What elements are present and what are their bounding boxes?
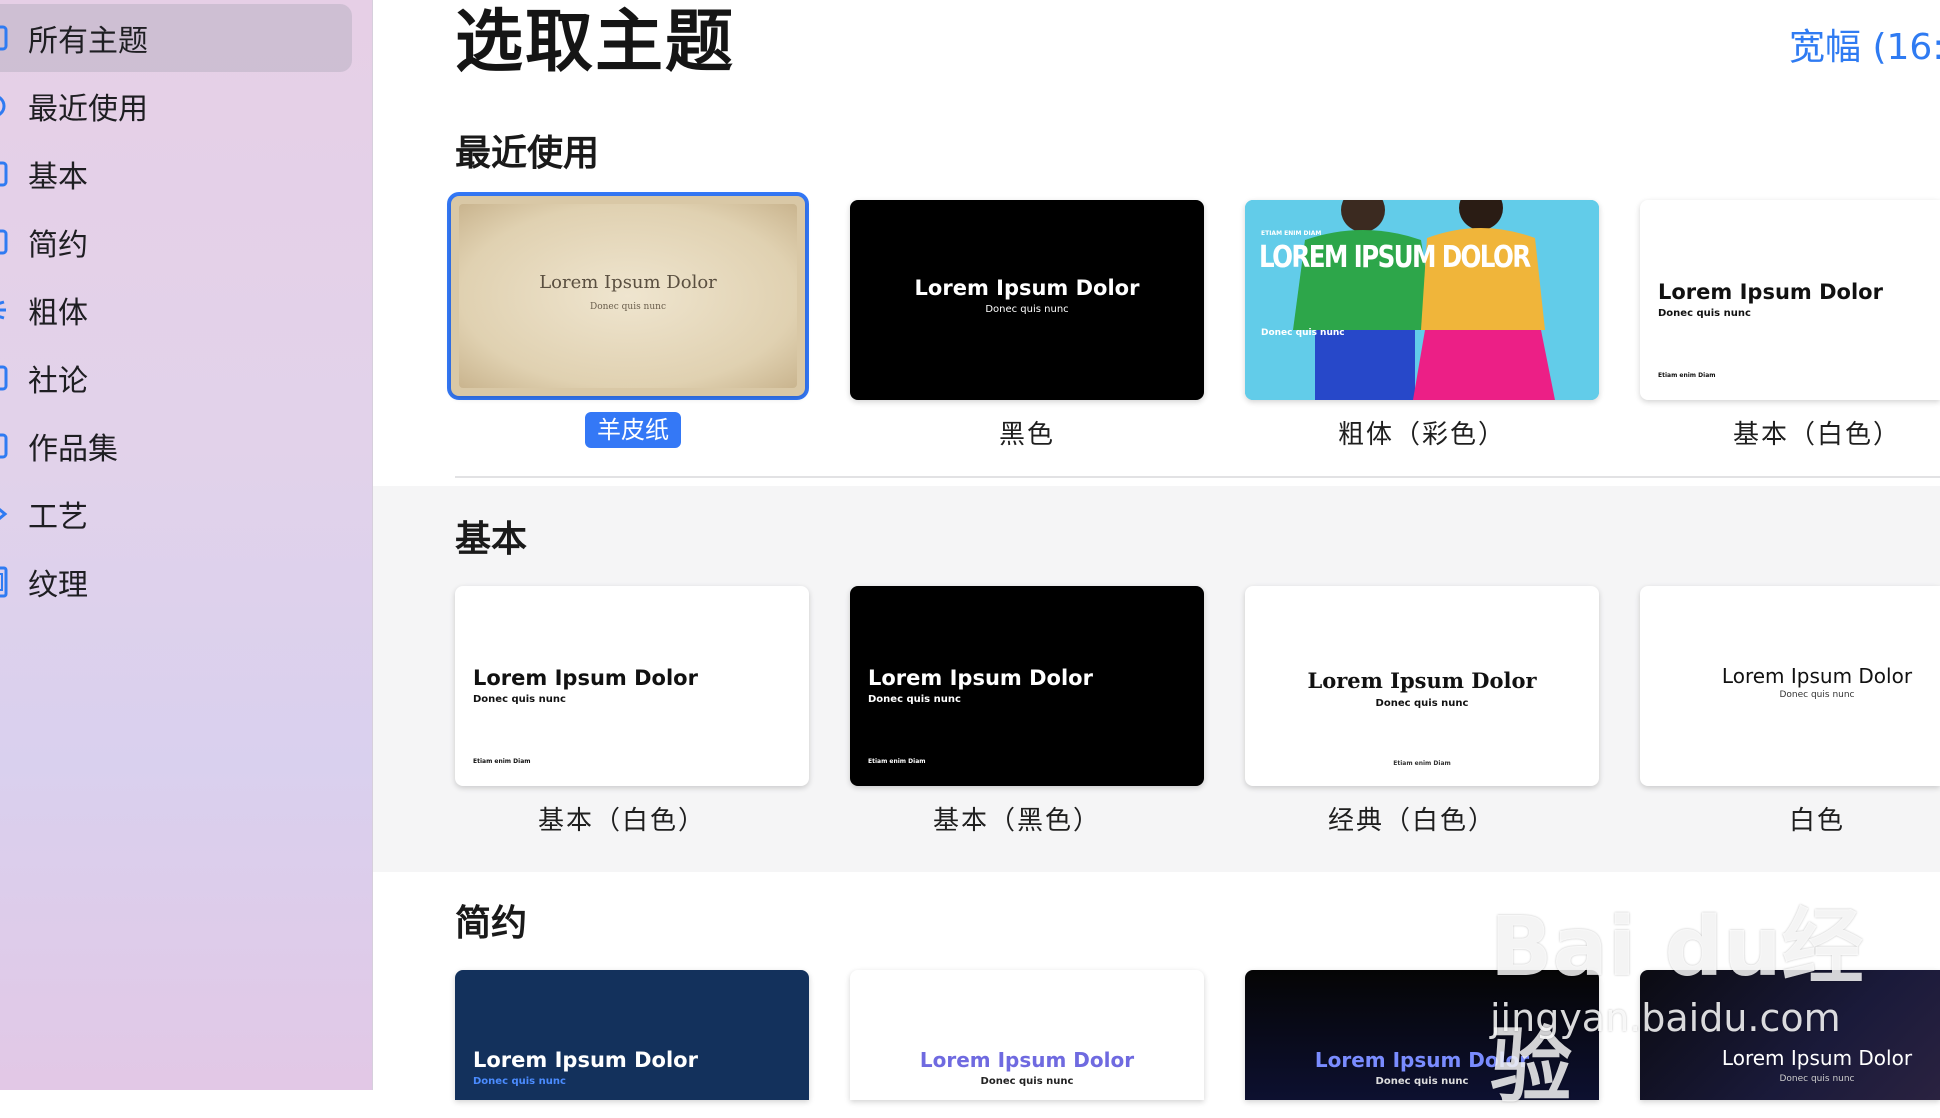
thumb-title: Lorem Ipsum Dolor: [539, 272, 717, 293]
frame-icon: [0, 566, 10, 598]
section-title-basic: 基本: [455, 519, 528, 560]
theme-thumbnail-minimal-navy[interactable]: Lorem Ipsum Dolor Donec quis nunc: [455, 970, 809, 1100]
theme-thumbnail-parchment[interactable]: Lorem Ipsum Dolor Donec quis nunc: [451, 196, 805, 396]
thumb-title: Lorem Ipsum Dolor: [919, 1048, 1135, 1072]
sidebar-item-label: 简约: [28, 228, 88, 263]
thumb-subtitle: Donec quis nunc: [980, 1076, 1074, 1087]
clock-icon: [0, 91, 10, 121]
sidebar-item-minimal[interactable]: 简约: [0, 208, 352, 276]
sidebar-item-label: 社论: [28, 364, 88, 399]
thumb-title: Lorem Ipsum Dolor: [1721, 664, 1913, 688]
section-divider: [455, 476, 1940, 478]
sidebar-item-label: 工艺: [28, 500, 88, 535]
thumb-subtitle: Donec quis nunc: [1658, 308, 1751, 319]
theme-caption: 基本（白色）: [1732, 420, 1901, 450]
thumb-footer: Etiam enim Diam: [1393, 760, 1451, 767]
sidebar: 所有主题 最近使用 基本 简约 粗体 社论 作品集 工艺 纹理: [0, 0, 373, 1090]
square-icon: [0, 363, 10, 393]
square-icon: [0, 159, 10, 189]
section-title-recent: 最近使用: [455, 133, 600, 174]
sidebar-item-label: 最近使用: [28, 92, 148, 127]
thumb-title: Lorem Ipsum Dolor: [473, 1048, 698, 1072]
theme-thumbnail-basic-white[interactable]: Lorem Ipsum Dolor Donec quis nunc Etiam …: [1640, 200, 1940, 400]
square-icon: [0, 431, 10, 461]
square-icon: [0, 227, 10, 257]
sparkle-icon: [0, 295, 10, 325]
thumb-title: Lorem Ipsum Dolor: [1658, 280, 1883, 304]
thumb-subtitle: Donec quis nunc: [473, 1076, 566, 1087]
page-title: 选取主题: [455, 3, 736, 82]
sidebar-item-label: 纹理: [28, 568, 88, 603]
theme-caption: 基本（黑色）: [932, 806, 1101, 836]
thumb-title: Lorem Ipsum Dolor: [868, 666, 1093, 690]
square-icon: [0, 23, 10, 53]
theme-thumbnail-bold-color[interactable]: ETIAM ENIM DIAM LOREM IPSUM DOLOR Donec …: [1245, 200, 1599, 400]
thumb-subtitle: Donec quis nunc: [985, 304, 1069, 315]
thumb-subtitle: Donec quis nunc: [1375, 698, 1469, 709]
sidebar-item-basic[interactable]: 基本: [0, 140, 352, 208]
sidebar-item-texture[interactable]: 纹理: [0, 548, 352, 616]
sidebar-item-editorial[interactable]: 社论: [0, 344, 352, 412]
thumb-footer: Etiam enim Diam: [868, 758, 926, 765]
theme-caption: 粗体（彩色）: [1337, 420, 1506, 450]
thumb-title: LOREM IPSUM DOLOR: [1259, 240, 1531, 275]
thumb-subtitle: Donec quis nunc: [868, 694, 961, 705]
theme-thumbnail-minimal-white[interactable]: Lorem Ipsum Dolor Donec quis nunc: [850, 970, 1204, 1100]
thumb-subtitle: Donec quis nunc: [1779, 690, 1855, 700]
sidebar-item-portfolio[interactable]: 作品集: [0, 412, 352, 480]
thumb-title: Lorem Ipsum Dolor: [1307, 668, 1537, 693]
theme-caption: 黑色: [998, 420, 1055, 450]
thumb-footer: Etiam enim Diam: [1658, 372, 1716, 379]
sidebar-item-label: 作品集: [28, 432, 118, 467]
thumb-subtitle: Donec quis nunc: [1261, 328, 1345, 338]
thumb-subtitle: Donec quis nunc: [473, 694, 566, 705]
sidebar-item-craft[interactable]: 工艺: [0, 480, 352, 548]
theme-caption: 白色: [1788, 806, 1845, 836]
sidebar-item-all-themes[interactable]: 所有主题: [0, 4, 352, 72]
sidebar-item-label: 粗体: [28, 296, 88, 331]
thumb-subtitle: Donec quis nunc: [589, 302, 666, 312]
parchment-texture: [459, 204, 797, 388]
sidebar-item-label: 所有主题: [28, 24, 148, 59]
theme-caption-selected: 羊皮纸: [585, 412, 681, 448]
sidebar-item-recent[interactable]: 最近使用: [0, 72, 352, 140]
thumb-title: Lorem Ipsum Dolor: [473, 666, 698, 690]
slide-size-dropdown[interactable]: 宽幅 (16:9: [1789, 18, 1940, 70]
sidebar-item-label: 基本: [28, 160, 88, 195]
theme-thumbnail-basic-black[interactable]: Lorem Ipsum Dolor Donec quis nunc Etiam …: [850, 586, 1204, 786]
thumb-footer: Etiam enim Diam: [473, 758, 531, 765]
thumb-eyebrow: ETIAM ENIM DIAM: [1261, 230, 1322, 237]
section-title-minimal: 简约: [455, 903, 528, 944]
theme-thumbnail-basic-white[interactable]: Lorem Ipsum Dolor Donec quis nunc Etiam …: [455, 586, 809, 786]
theme-thumbnail-white[interactable]: Lorem Ipsum Dolor Donec quis nunc: [1640, 586, 1940, 786]
theme-thumbnail-black[interactable]: Lorem Ipsum Dolor Donec quis nunc: [850, 200, 1204, 400]
scissors-icon: [0, 499, 10, 529]
theme-caption: 经典（白色）: [1327, 806, 1496, 836]
theme-caption: 基本（白色）: [537, 806, 706, 836]
theme-thumbnail-classic-white[interactable]: Lorem Ipsum Dolor Donec quis nunc Etiam …: [1245, 586, 1599, 786]
thumb-title: Lorem Ipsum Dolor: [914, 276, 1140, 300]
watermark-url: jingyan.baidu.com: [1490, 996, 1841, 1040]
sidebar-item-bold[interactable]: 粗体: [0, 276, 352, 344]
